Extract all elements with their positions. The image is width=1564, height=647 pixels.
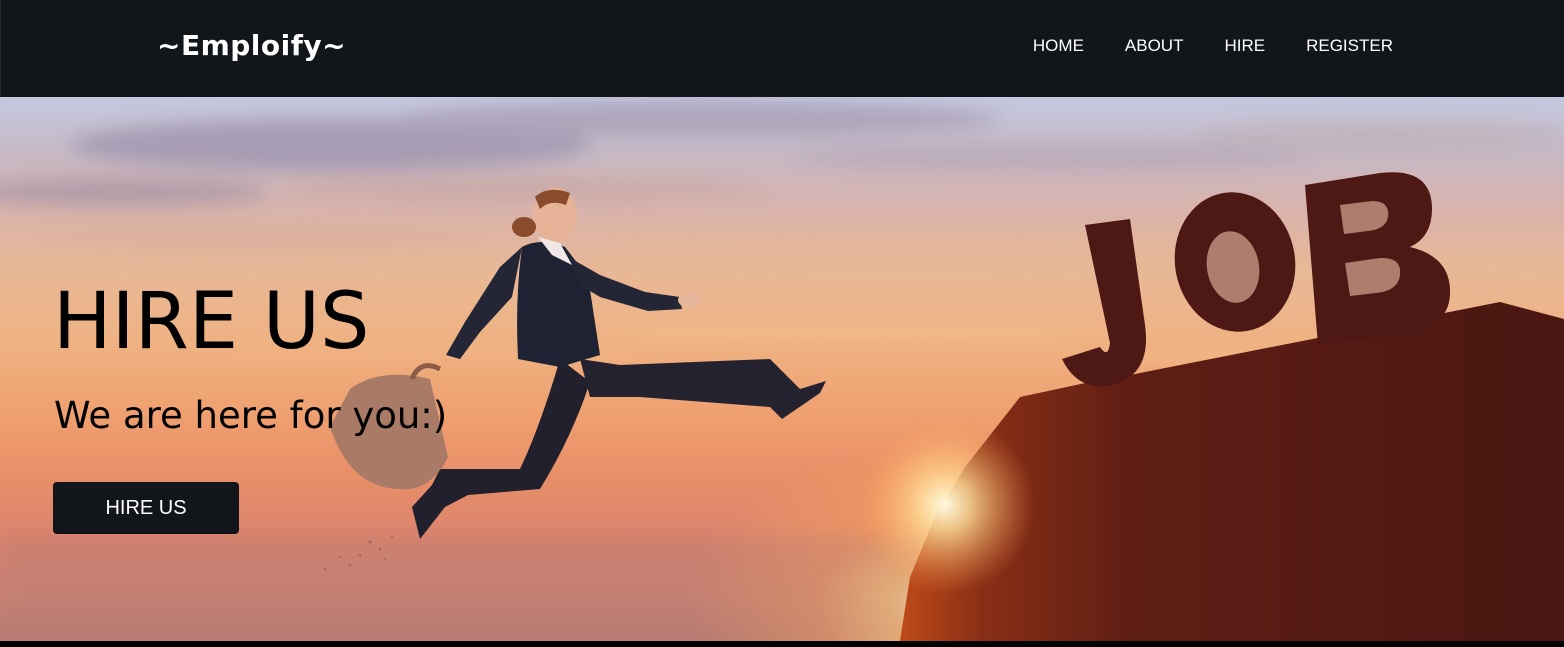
- navbar: ~Emploify~ HOME ABOUT HIRE REGISTER: [0, 0, 1564, 97]
- hero-subtitle: We are here for you:): [54, 394, 448, 437]
- hero-title: HIRE US: [53, 277, 370, 367]
- nav-link-home[interactable]: HOME: [1033, 35, 1084, 57]
- nav-link-about[interactable]: ABOUT: [1125, 35, 1184, 57]
- main-nav: HOME ABOUT HIRE REGISTER: [1033, 35, 1393, 57]
- brand-logo[interactable]: ~Emploify~: [157, 26, 346, 66]
- businesswoman-figure: [330, 188, 826, 539]
- bottom-divider: [0, 641, 1564, 647]
- page: ~Emploify~ HOME ABOUT HIRE REGISTER HIRE…: [0, 0, 1564, 647]
- nav-link-hire[interactable]: HIRE: [1224, 35, 1265, 57]
- hire-us-button[interactable]: HIRE US: [53, 482, 239, 534]
- hero-section: HIRE US We are here for you:) HIRE US: [0, 97, 1564, 641]
- hero-illustration: [323, 172, 1564, 641]
- nav-link-register[interactable]: REGISTER: [1306, 35, 1393, 57]
